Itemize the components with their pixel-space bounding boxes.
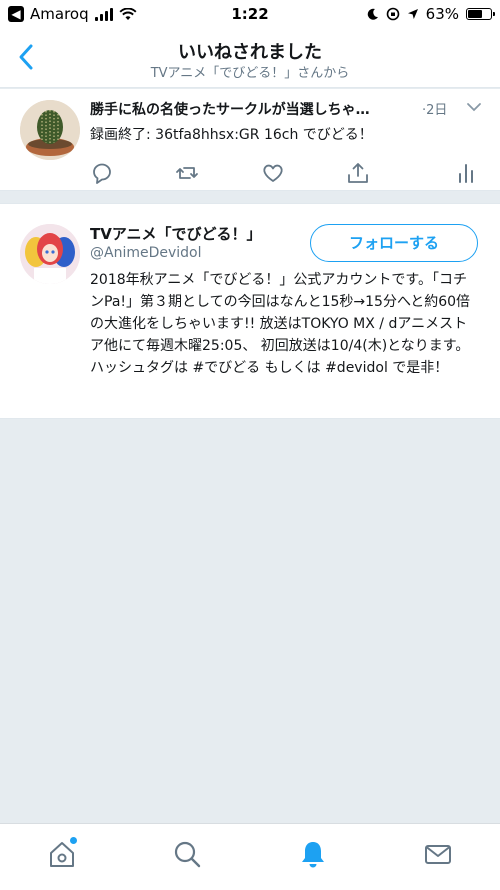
tab-bar — [0, 823, 500, 890]
location-icon — [407, 9, 418, 19]
tweet-author-title: 勝手に私の名使ったサークルが当選しちゃ… — [90, 102, 370, 118]
share-icon[interactable] — [345, 161, 371, 185]
user-bio: 2018年秋アニメ「でびどる！」公式アカウントです。「コチンPa!」第３期として… — [90, 272, 471, 376]
tweet-time: ·2日 — [422, 103, 448, 118]
status-bar: ◀ Amaroq 1:22 63% — [0, 0, 500, 30]
rotation-lock-icon — [386, 7, 399, 21]
cactus-image — [20, 100, 80, 160]
anime-characters-image — [20, 224, 80, 284]
status-right: 63% — [366, 5, 495, 23]
like-icon[interactable] — [260, 161, 286, 185]
reply-icon[interactable] — [89, 161, 115, 185]
nav-bar: いいねされました TVアニメ「でびどる！」さんから — [0, 30, 500, 88]
follow-button[interactable]: フォローする — [310, 224, 478, 262]
chevron-down-icon[interactable] — [466, 101, 482, 113]
user-display-name: TVアニメ「でびどる！」 — [90, 225, 262, 243]
moon-icon — [367, 8, 378, 20]
battery-percent: 63% — [425, 5, 459, 23]
battery-icon — [466, 8, 495, 20]
retweet-icon[interactable] — [174, 161, 200, 185]
user-handle: @AnimeDevidol — [90, 245, 202, 261]
messages-icon[interactable] — [423, 839, 453, 869]
liked-tweet[interactable]: 勝手に私の名使ったサークルが当選しちゃ… ·2日 録画終了: 36tfa8hhs… — [0, 89, 500, 191]
user-avatar[interactable] — [20, 224, 80, 284]
analytics-icon[interactable] — [453, 161, 479, 185]
battery-fill — [468, 10, 482, 18]
liker-user-card[interactable]: TVアニメ「でびどる！」 @AnimeDevidol フォローする 2018年秋… — [0, 203, 500, 419]
page-subtitle: TVアニメ「でびどる！」さんから — [150, 66, 350, 81]
tweet-text: 録画終了: 36tfa8hhsx:GR 16ch でびどる！ — [90, 127, 373, 143]
home-notification-dot — [70, 837, 77, 844]
search-icon[interactable] — [172, 839, 202, 869]
page-title: いいねされました — [178, 42, 322, 63]
notifications-icon[interactable] — [298, 839, 328, 869]
tweet-avatar[interactable] — [20, 100, 80, 160]
